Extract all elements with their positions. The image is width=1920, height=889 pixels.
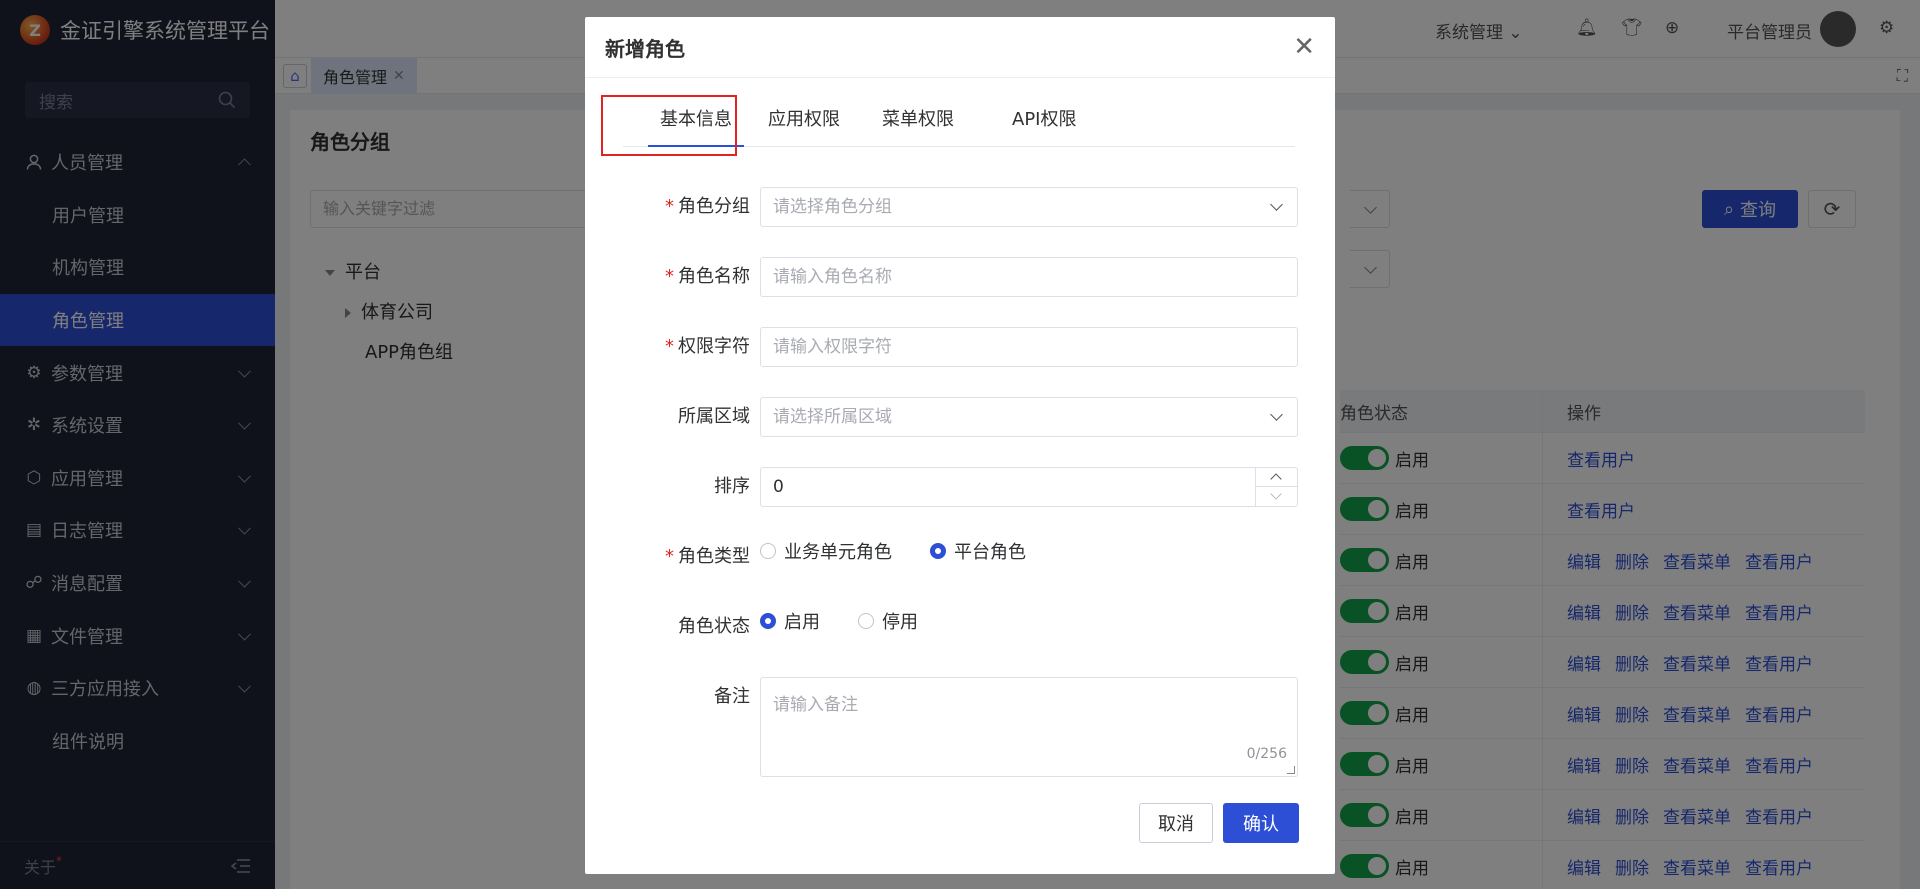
radio-circle[interactable] <box>930 543 946 559</box>
radio-enabled[interactable]: 启用 <box>760 608 820 634</box>
field-label: * 角色名称 <box>665 266 750 287</box>
form-row-status: 角色状态 启用 停用 <box>585 607 1335 647</box>
chevron-down-icon <box>1270 198 1283 211</box>
form-row-permission: * 权限字符 请输入权限字符 <box>585 327 1335 367</box>
cancel-button[interactable]: 取消 <box>1139 803 1213 843</box>
field-label: 备注 <box>714 686 750 707</box>
dialog-title: 新增角色 <box>605 36 685 61</box>
field-label: * 角色类型 <box>665 546 750 567</box>
role-type-radio-group: 业务单元角色 平台角色 <box>760 531 1064 571</box>
decrease-icon[interactable] <box>1256 487 1297 506</box>
add-role-dialog: 新增角色 ✕ 基本信息 应用权限 菜单权限 API权限 * 角色分组 请选择角色分… <box>585 17 1335 874</box>
radio-business-unit-role[interactable]: 业务单元角色 <box>760 538 892 564</box>
increase-icon[interactable] <box>1256 468 1297 487</box>
form-row-remark: 备注 请输入备注 0/256 <box>585 677 1335 777</box>
field-label: * 角色分组 <box>665 196 750 217</box>
close-icon[interactable]: ✕ <box>1293 34 1315 60</box>
radio-platform-role[interactable]: 平台角色 <box>930 538 1026 564</box>
role-name-input[interactable]: 请输入角色名称 <box>760 257 1298 297</box>
confirm-button[interactable]: 确认 <box>1223 803 1299 843</box>
tab-api-permission[interactable]: API权限 <box>1012 95 1076 145</box>
region-select[interactable]: 请选择所属区域 <box>760 397 1298 437</box>
tab-menu-permission[interactable]: 菜单权限 <box>882 95 954 145</box>
field-label: * 权限字符 <box>665 336 750 357</box>
field-label: 排序 <box>714 476 750 497</box>
role-group-select[interactable]: 请选择角色分组 <box>760 187 1298 227</box>
sort-stepper[interactable] <box>1255 468 1297 506</box>
radio-circle[interactable] <box>760 543 776 559</box>
form-row-type: * 角色类型 业务单元角色 平台角色 <box>585 537 1335 577</box>
resize-handle[interactable] <box>1287 766 1295 774</box>
permission-string-input[interactable]: 请输入权限字符 <box>760 327 1298 367</box>
form-row-name: * 角色名称 请输入角色名称 <box>585 257 1335 297</box>
tab-app-permission[interactable]: 应用权限 <box>768 95 840 145</box>
form-row-region: 所属区域 请选择所属区域 <box>585 397 1335 437</box>
char-count: 0/256 <box>1246 746 1287 762</box>
field-label: 角色状态 <box>678 616 750 637</box>
dialog-header: 新增角色 ✕ <box>585 17 1335 78</box>
radio-disabled[interactable]: 停用 <box>858 608 918 634</box>
role-status-radio-group: 启用 停用 <box>760 601 956 641</box>
radio-circle[interactable] <box>760 613 776 629</box>
form-row-group: * 角色分组 请选择角色分组 <box>585 187 1335 227</box>
form-row-sort: 排序 0 <box>585 467 1335 507</box>
chevron-down-icon <box>1270 408 1283 421</box>
tab-highlight-box <box>601 95 737 156</box>
field-label: 所属区域 <box>678 406 750 427</box>
sort-number-input[interactable]: 0 <box>760 467 1298 507</box>
radio-circle[interactable] <box>858 613 874 629</box>
remark-textarea[interactable]: 请输入备注 0/256 <box>760 677 1298 777</box>
